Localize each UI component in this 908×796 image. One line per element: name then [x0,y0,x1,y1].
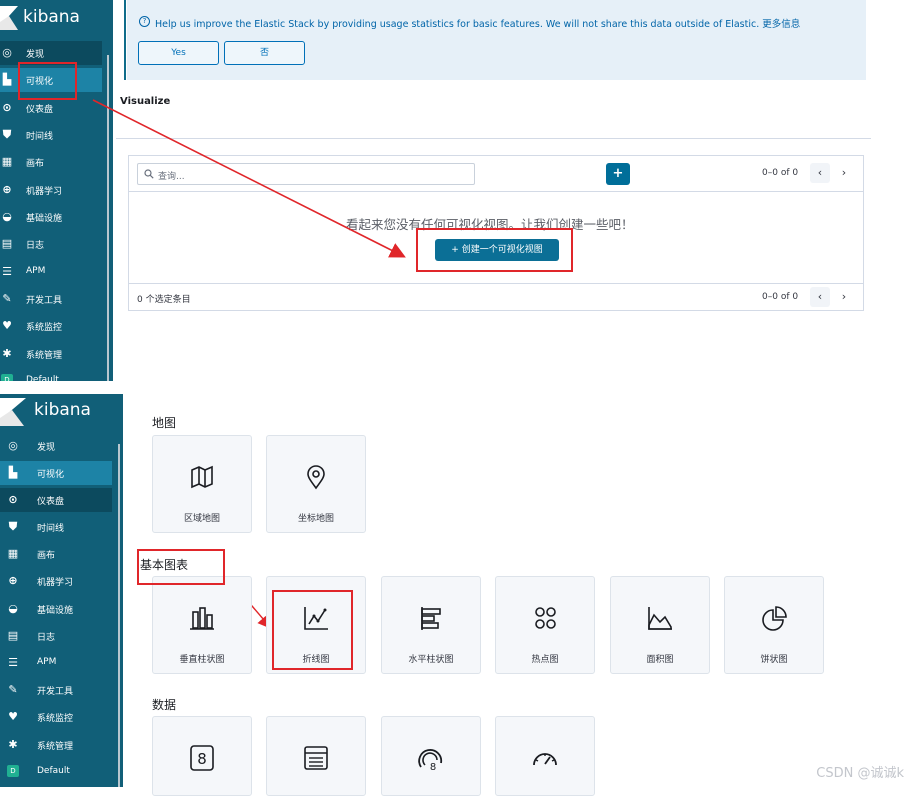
tile-area-chart[interactable]: 面积图 [610,576,710,674]
nav-item-timeline[interactable]: ⛊ 时间线 [0,515,112,539]
tile-gauge[interactable] [495,716,595,796]
nav-item-logs[interactable]: ▤ 日志 [0,624,112,648]
canvas-icon: ▦ [7,547,19,560]
nav-label: APM [37,657,57,667]
nav-item-canvas[interactable]: ▦ 画布 [0,542,112,566]
tile-data-table[interactable] [266,716,366,796]
gear-icon: ✱ [8,738,18,751]
tile-goal[interactable]: 8 [381,716,481,796]
section-title-maps: 地图 [152,416,177,430]
nav-item-infra[interactable]: ◒ 基础设施 [0,597,112,621]
tile-label: 水平柱状图 [408,655,454,665]
tile-heatmap[interactable]: 热点图 [495,576,595,674]
nav-label: 仪表盘 [37,497,65,507]
nav-label: 系统监控 [37,714,74,724]
sidebar-scrollbar[interactable] [118,444,120,787]
nav-item-apm[interactable]: ☰ APM [0,651,112,675]
vertical-bar-icon [190,607,214,630]
shield-icon: ⛊ [8,520,18,533]
heartbeat-icon: ♥ [8,710,18,723]
nav-item-dashboard[interactable]: ⊙ 仪表盘 [0,488,112,512]
highlight-box-basic-charts [137,549,225,585]
nav-label: 开发工具 [37,687,74,697]
nav-label: 画布 [37,551,56,561]
data-table-icon [304,746,328,770]
nav-label: 时间线 [37,524,65,534]
bar-chart-icon: ▙ [8,466,18,479]
metric-glyph: 8 [197,750,207,768]
dashboard-icon: ⊙ [8,493,18,506]
tile-label: 垂直柱状图 [179,655,225,665]
nav-label: 日志 [37,633,56,643]
nav-label: 可视化 [37,470,65,480]
tile-label: 坐标地图 [297,514,334,524]
tile-pie-chart[interactable]: 饼状图 [724,576,824,674]
tile-label: 热点图 [531,655,559,665]
metric-icon: 8 [190,745,214,771]
compass-icon: ◎ [8,439,18,452]
apm-icon: ☰ [8,656,18,669]
nav-item-devtools[interactable]: ✎ 开发工具 [0,678,112,702]
tile-label: 饼状图 [760,655,788,665]
nav-label: Default [37,766,70,776]
map-icon [191,465,213,489]
gauge-icon [533,753,557,766]
nav-item-visualize[interactable]: ▙ 可视化 [0,461,112,485]
tile-horizontal-bar[interactable]: 水平柱状图 [381,576,481,674]
tile-region-map[interactable]: 区域地图 [152,435,252,533]
logs-icon: ▤ [7,629,19,642]
tile-coordinate-map[interactable]: 坐标地图 [266,435,366,533]
nav-item-management[interactable]: ✱ 系统管理 [0,733,112,757]
nav-label: 系统管理 [37,742,74,752]
horizontal-bar-icon [421,607,441,630]
nav-item-default-space[interactable]: D Default [0,760,112,784]
wrench-icon: ✎ [8,683,18,696]
tile-label: 面积图 [646,655,674,665]
brand-name: kibana [34,400,91,420]
nav-item-ml[interactable]: ⊕ 机器学习 [0,569,112,593]
goal-icon: 8 [418,749,443,773]
tile-vertical-bar[interactable]: 垂直柱状图 [152,576,252,674]
kibana-logo-icon [0,398,26,426]
nav-label: 基础设施 [37,606,74,616]
nav-item-discover[interactable]: ◎ 发现 [0,434,112,458]
heatmap-icon [535,607,556,629]
section-title-data: 数据 [152,698,177,712]
area-chart-icon [648,607,672,630]
nav-label: 机器学习 [37,578,74,588]
pie-chart-icon [762,606,787,631]
tile-metric[interactable]: 8 [152,716,252,796]
ml-icon: ⊕ [8,574,18,587]
sidebar-2: kibana ◎ 发现 ▙ 可视化 ⊙ 仪表盘 ⛊ 时间线 ▦ 画布 ⊕ 机器学… [0,394,123,787]
highlight-box-line-chart [272,590,353,670]
nav-label: 发现 [37,443,56,453]
watermark: CSDN @诚诚k [816,766,904,781]
infra-icon: ◒ [8,602,18,615]
map-pin-icon [307,465,325,490]
space-badge-icon: D [7,765,19,777]
nav-item-monitoring[interactable]: ♥ 系统监控 [0,705,112,729]
tile-label: 区域地图 [183,514,220,524]
goal-glyph: 8 [430,762,436,773]
kibana-logo-2[interactable]: kibana [0,394,123,432]
